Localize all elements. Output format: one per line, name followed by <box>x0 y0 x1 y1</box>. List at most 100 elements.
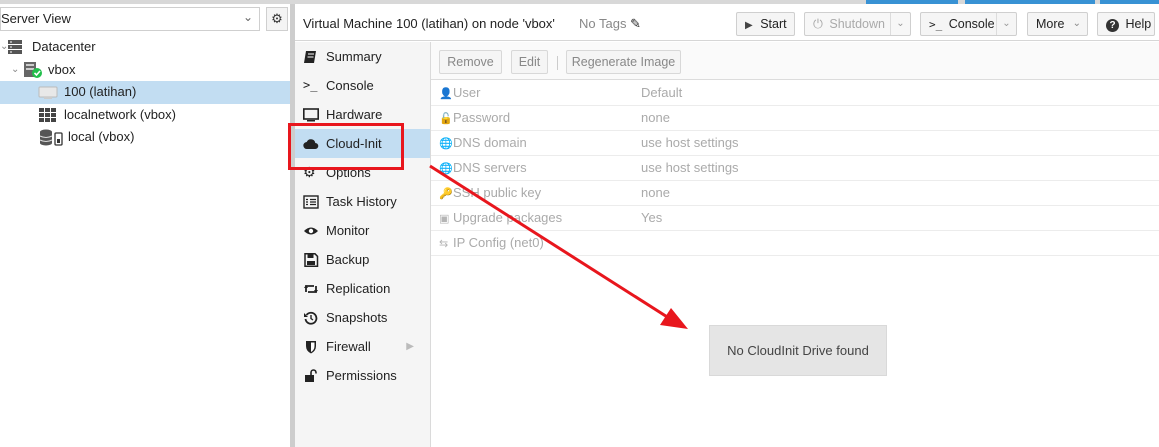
globe-icon: 🌐 <box>439 163 453 175</box>
tree-item-label: Datacenter <box>32 39 96 54</box>
shutdown-button-label: Shutdown <box>829 17 885 31</box>
tags-area[interactable]: No Tags ✎ <box>579 16 641 32</box>
tags-label: No Tags <box>579 16 627 31</box>
view-selector[interactable]: Server View ⌄ <box>0 7 260 31</box>
grid-key: Password <box>453 110 511 125</box>
vm-config-nav: Summary >_ Console Hardware Cloud-Init ⚙… <box>295 42 431 447</box>
network-grid-icon <box>39 107 56 122</box>
tree-item-datacenter[interactable]: ⌄ Datacenter <box>0 36 290 59</box>
grid-key: IP Config (net0) <box>453 235 544 250</box>
nav-item-label: Firewall <box>326 339 371 354</box>
grid-row-dns-domain[interactable]: 🌐DNS domain use host settings <box>431 131 1159 156</box>
nav-item-summary[interactable]: Summary <box>295 42 430 71</box>
grid-row-ssh-key[interactable]: 🔑SSH public key none <box>431 181 1159 206</box>
tree-item-label: vbox <box>48 61 76 77</box>
tree-item-node[interactable]: ⌄ vbox <box>0 59 290 82</box>
archive-icon: ▣ <box>439 213 450 225</box>
page-title: Virtual Machine 100 (latihan) on node 'v… <box>303 16 555 31</box>
empty-state-message: No CloudInit Drive found <box>709 325 887 376</box>
chevron-down-icon[interactable]: ⌄ <box>890 13 910 35</box>
chevron-down-icon[interactable]: ⌄ <box>11 59 19 81</box>
grid-row-dns-servers[interactable]: 🌐DNS servers use host settings <box>431 156 1159 181</box>
console-button-label: Console <box>948 17 995 31</box>
nav-item-replication[interactable]: Replication <box>295 274 430 303</box>
toolbar-separator <box>557 56 558 70</box>
nav-item-label: Monitor <box>326 223 370 238</box>
help-button[interactable]: ? Help <box>1097 12 1155 36</box>
nav-item-label: Hardware <box>326 107 383 122</box>
nav-item-label: Permissions <box>326 368 397 383</box>
chevron-down-icon: ⌄ <box>1072 18 1081 29</box>
grid-row-upgrade-packages[interactable]: ▣ Upgrade packages Yes <box>431 206 1159 231</box>
cloud-init-panel: Remove Edit Regenerate Image 👤User Defau… <box>431 42 1159 447</box>
vm-header: Virtual Machine 100 (latihan) on node 'v… <box>295 4 1159 41</box>
tree-item-storage[interactable]: local (vbox) <box>0 126 290 149</box>
nav-item-permissions[interactable]: Permissions <box>295 361 430 390</box>
grid-value: Default <box>641 85 683 100</box>
tree-item-label: local (vbox) <box>68 129 135 144</box>
nav-item-firewall[interactable]: Firewall ▶ <box>295 332 430 361</box>
empty-state-text: No CloudInit Drive found <box>727 343 869 358</box>
view-selector-value: Server View <box>1 11 71 26</box>
console-button[interactable]: >_ Console ⌄ <box>920 12 1017 36</box>
tree-item-network[interactable]: localnetwork (vbox) <box>0 104 290 127</box>
nav-item-label: Task History <box>326 194 397 209</box>
nav-item-label: Console <box>326 78 374 93</box>
help-icon: ? <box>1106 19 1119 32</box>
node-online-icon <box>24 61 42 78</box>
grid-value: none <box>641 110 670 125</box>
grid-key: DNS domain <box>453 135 527 150</box>
grid-key: DNS servers <box>453 160 527 175</box>
play-icon: ▶ <box>745 20 753 31</box>
resource-tree: ⌄ Datacenter ⌄ vbox 100 (latihan) localn… <box>0 36 290 149</box>
exchange-icon: ⇆ <box>439 238 449 250</box>
tree-item-label: localnetwork (vbox) <box>64 106 176 122</box>
globe-icon: 🌐 <box>439 138 453 150</box>
pencil-icon[interactable]: ✎ <box>630 16 641 31</box>
chevron-down-icon: ⌄ <box>242 10 253 24</box>
nav-item-snapshots[interactable]: Snapshots <box>295 303 430 332</box>
edit-button-label: Edit <box>518 55 541 69</box>
cloud-init-grid: 👤User Default 🔓Password none 🌐DNS domain… <box>431 81 1159 256</box>
start-button[interactable]: ▶ Start <box>736 12 795 36</box>
grid-row-ip-config[interactable]: ⇆ IP Config (net0) <box>431 231 1159 256</box>
floppy-icon <box>304 253 319 267</box>
vm-icon <box>38 86 58 99</box>
tree-settings-button[interactable]: ⚙ <box>266 7 288 31</box>
shield-icon <box>306 341 316 354</box>
list-icon <box>303 195 319 209</box>
grid-row-password[interactable]: 🔓Password none <box>431 106 1159 131</box>
grid-row-user[interactable]: 👤User Default <box>431 81 1159 106</box>
cloud-init-toolbar: Remove Edit Regenerate Image <box>431 42 1159 80</box>
regenerate-image-button[interactable]: Regenerate Image <box>566 50 681 74</box>
nav-item-monitor[interactable]: Monitor <box>295 216 430 245</box>
terminal-icon: >_ <box>303 78 318 92</box>
grid-key: User <box>453 85 481 100</box>
grid-key: Upgrade packages <box>453 210 563 225</box>
more-button[interactable]: More ⌄ <box>1027 12 1088 36</box>
storage-icon <box>39 129 63 146</box>
more-button-label: More <box>1036 17 1065 31</box>
remove-button[interactable]: Remove <box>439 50 502 74</box>
tree-item-vm[interactable]: 100 (latihan) <box>0 81 290 104</box>
nav-item-backup[interactable]: Backup <box>295 245 430 274</box>
desktop-icon <box>303 108 319 122</box>
tree-item-label: 100 (latihan) <box>64 84 137 99</box>
grid-key: SSH public key <box>453 185 542 200</box>
key-icon: 🔑 <box>439 188 453 200</box>
gear-icon: ⚙ <box>271 11 283 26</box>
retweet-icon <box>304 285 318 293</box>
grid-value: Yes <box>641 210 663 225</box>
shutdown-button[interactable]: ⏻ Shutdown ⌄ <box>804 12 911 36</box>
remove-button-label: Remove <box>447 55 494 69</box>
nav-item-label: Replication <box>326 281 391 296</box>
nav-item-console[interactable]: >_ Console <box>295 71 430 100</box>
chevron-right-icon[interactable]: ▶ <box>406 332 414 361</box>
help-button-label: Help <box>1125 17 1152 31</box>
grid-value: use host settings <box>641 135 739 150</box>
nav-item-task-history[interactable]: Task History <box>295 187 430 216</box>
edit-button[interactable]: Edit <box>511 50 548 74</box>
chevron-down-icon[interactable]: ⌄ <box>996 13 1016 35</box>
vm-panel: Virtual Machine 100 (latihan) on node 'v… <box>295 4 1159 447</box>
book-icon <box>304 51 316 63</box>
